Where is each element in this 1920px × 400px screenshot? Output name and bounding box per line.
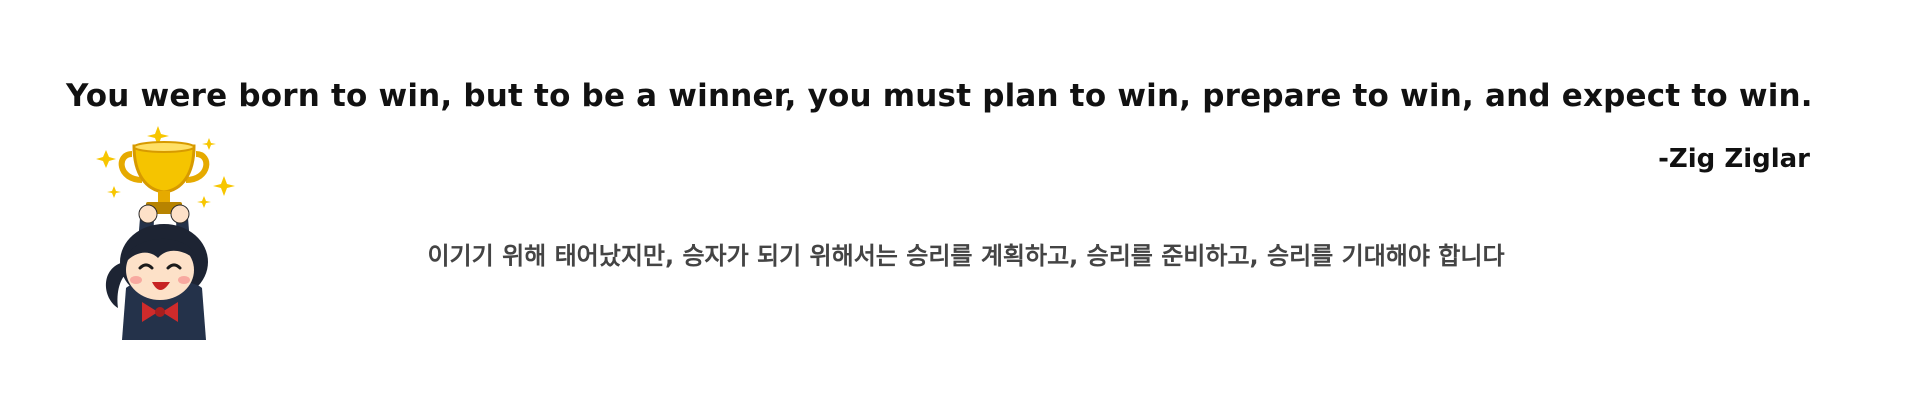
quote-author: -Zig Ziglar [1658, 144, 1810, 174]
english-quote: You were born to win, but to be a winner… [66, 78, 1813, 114]
trophy-girl-icon [96, 126, 235, 340]
girl-holding-trophy-illustration [96, 122, 246, 340]
korean-quote: 이기기 위해 태어났지만, 승자가 되기 위해서는 승리를 계획하고, 승리를 … [427, 242, 1505, 270]
